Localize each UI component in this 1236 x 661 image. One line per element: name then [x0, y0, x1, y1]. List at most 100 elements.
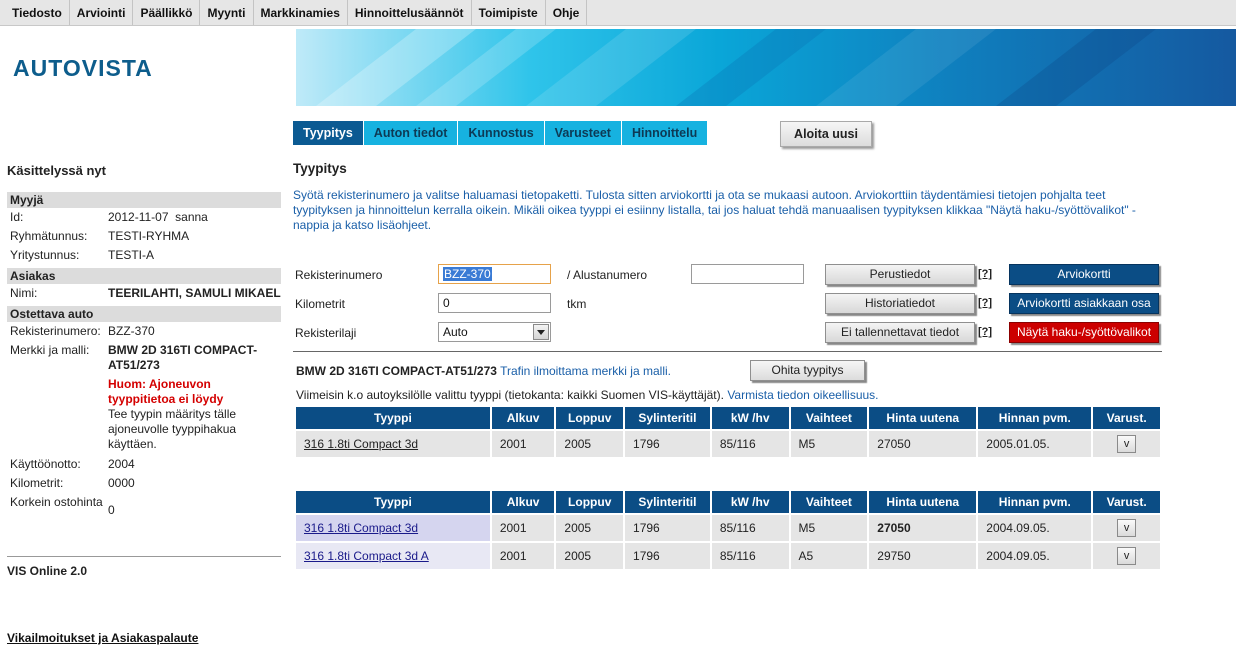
chassis-number-label: / Alustanumero [567, 268, 648, 282]
latest-type-text: Viimeisin k.o autoyksilölle valittu tyyp… [296, 388, 724, 402]
type-hint: Tee tyypin määritys tälle ajoneuvolle ty… [108, 407, 237, 451]
menu-item-tiedosto[interactable]: Tiedosto [5, 0, 70, 25]
menu-item-ohje[interactable]: Ohje [546, 0, 588, 25]
start-year: 2001 [491, 515, 555, 541]
col-hinnan-pvm: Hinnan pvm. [978, 491, 1092, 513]
new-price: 27050 [869, 515, 977, 541]
history-help-link[interactable]: [?] [978, 297, 992, 309]
km-value: 0000 [108, 476, 135, 490]
main-divider [293, 351, 1162, 352]
tab-kunnostus[interactable]: Kunnostus [458, 121, 545, 145]
equipment-button[interactable]: v [1117, 435, 1137, 453]
reg-number-label: Rekisterinumero [295, 268, 383, 282]
tab-varusteet[interactable]: Varusteet [544, 121, 622, 145]
car-model-note: Trafin ilmoittama merkki ja malli. [500, 364, 671, 378]
menu-item-markkinamies[interactable]: Markkinamies [254, 0, 348, 25]
gears: A5 [790, 543, 868, 569]
valuation-card-button[interactable]: Arviokortti [1009, 264, 1159, 285]
power: 85/116 [711, 515, 789, 541]
col-varust: Varust. [1093, 491, 1160, 513]
col-varust: Varust. [1093, 407, 1160, 429]
show-search-menus-button[interactable]: Näytä haku-/syöttövalikot [1009, 322, 1159, 343]
latest-type-table: Tyyppi Alkuv Loppuv Sylinteritil kW /hv … [294, 405, 1162, 459]
company-row: Yritystunnus: TESTI-A [7, 246, 281, 265]
new-price: 29750 [869, 543, 977, 569]
feedback-link[interactable]: Vikailmoitukset ja Asiakaspalaute [7, 631, 198, 645]
customer-name-row: Nimi: TEERILAHTI, SAMULI MIKAEL [7, 284, 281, 303]
col-alkuv: Alkuv [491, 491, 555, 513]
type-link[interactable]: 316 1.8ti Compact 3d A [296, 543, 490, 569]
registry-type-select[interactable]: Auto [438, 322, 551, 342]
customer-card-button[interactable]: Arviokortti asiakkaan osa [1009, 293, 1159, 314]
col-hinta-uutena: Hinta uutena [869, 491, 977, 513]
kilometers-input[interactable]: 0 [438, 293, 551, 313]
registry-type-label: Rekisterilaji [295, 326, 357, 340]
type-link[interactable]: 316 1.8ti Compact 3d [296, 431, 490, 457]
skip-typing-button[interactable]: Ohita tyypitys [750, 360, 865, 381]
company-label: Yritystunnus: [10, 248, 80, 262]
menu-item-paallikko[interactable]: Päällikkö [133, 0, 201, 25]
displacement: 1796 [625, 515, 710, 541]
seller-id-row: Id: 2012-11-07 sanna [7, 208, 281, 227]
seller-section-header: Myyjä [7, 192, 281, 208]
tab-tyypitys[interactable]: Tyypitys [293, 121, 364, 145]
type-link[interactable]: 316 1.8ti Compact 3d [296, 515, 490, 541]
tab-auton-tiedot[interactable]: Auton tiedot [363, 121, 459, 145]
type-results-table: Tyyppi Alkuv Loppuv Sylinteritil kW /hv … [294, 489, 1162, 571]
col-loppuv: Loppuv [556, 407, 624, 429]
basic-info-button[interactable]: Perustiedot [825, 264, 975, 285]
customer-name-label: Nimi: [10, 286, 38, 300]
menu-item-arviointi[interactable]: Arviointi [70, 0, 134, 25]
end-year: 2005 [556, 543, 624, 569]
instructions-text: Syötä rekisterinumero ja valitse haluama… [293, 188, 1136, 232]
col-sylinteritil: Sylinteritil [625, 491, 710, 513]
col-kw-hv: kW /hv [711, 491, 789, 513]
menu-item-myynti[interactable]: Myynti [200, 0, 254, 25]
table-row[interactable]: 316 1.8ti Compact 3d 2001 2005 1796 85/1… [296, 431, 1160, 457]
group-row: Ryhmätunnus: TESTI-RYHMA [7, 227, 281, 246]
max-price-row: Korkein ostohinta 0 [7, 493, 281, 518]
col-hinta-uutena: Hinta uutena [869, 407, 977, 429]
price-date: 2004.09.05. [978, 515, 1092, 541]
customer-name-value: TEERILAHTI, SAMULI MIKAEL [108, 286, 281, 300]
price-date: 2005.01.05. [978, 431, 1092, 457]
start-year: 2001 [491, 431, 555, 457]
latest-type-line: Viimeisin k.o autoyksilölle valittu tyyp… [296, 388, 879, 402]
menu-item-hinnoittelusaannot[interactable]: Hinnoittelusäännöt [348, 0, 472, 25]
sidebar-title: Käsittelyssä nyt [7, 163, 106, 178]
seller-id-label: Id: [10, 210, 24, 224]
tab-hinnoittelu[interactable]: Hinnoittelu [621, 121, 709, 145]
col-tyyppi: Tyyppi [296, 491, 490, 513]
unsaved-info-button[interactable]: Ei tallennettavat tiedot [825, 322, 975, 343]
history-button[interactable]: Historiatiedot [825, 293, 975, 314]
car-reg-value: BZZ-370 [108, 324, 155, 338]
col-sylinteritil: Sylinteritil [625, 407, 710, 429]
car-make-label: Merkki ja malli: [10, 343, 90, 357]
equipment-button[interactable]: v [1117, 519, 1137, 537]
group-value: TESTI-RYHMA [108, 229, 190, 243]
max-price-label: Korkein ostohinta [10, 495, 103, 509]
car-reg-label: Rekisterinumero: [10, 324, 101, 338]
latest-type-note: Varmista tiedon oikeellisuus. [727, 388, 879, 402]
table-row[interactable]: 316 1.8ti Compact 3d A 2001 2005 1796 85… [296, 543, 1160, 569]
start-over-button[interactable]: Aloita uusi [780, 121, 872, 147]
type-warning: Huom: Ajoneuvon tyyppitietoa ei löydy [108, 377, 224, 406]
col-hinnan-pvm: Hinnan pvm. [978, 407, 1092, 429]
chassis-number-input[interactable] [691, 264, 804, 284]
table-row[interactable]: 316 1.8ti Compact 3d 2001 2005 1796 85/1… [296, 515, 1160, 541]
chevron-down-icon[interactable] [533, 324, 549, 340]
new-price: 27050 [869, 431, 977, 457]
registry-type-value: Auto [443, 325, 468, 339]
equipment-button[interactable]: v [1117, 547, 1137, 565]
unsaved-info-help-link[interactable]: [?] [978, 326, 992, 338]
reg-number-input[interactable]: BZZ-370 [438, 264, 551, 284]
menu-item-toimipiste[interactable]: Toimipiste [472, 0, 546, 25]
km-row: Kilometrit: 0000 [7, 474, 281, 493]
col-loppuv: Loppuv [556, 491, 624, 513]
seller-id-value: 2012-11-07 sanna [108, 210, 208, 224]
page-title: Tyypitys [293, 161, 347, 176]
menu-bar: Tiedosto Arviointi Päällikkö Myynti Mark… [0, 0, 1236, 26]
car-make-block: BMW 2D 316TI COMPACT-AT51/273 Huom: Ajon… [108, 343, 281, 452]
car-section-header: Ostettava auto [7, 306, 281, 322]
basic-info-help-link[interactable]: [?] [978, 268, 992, 280]
